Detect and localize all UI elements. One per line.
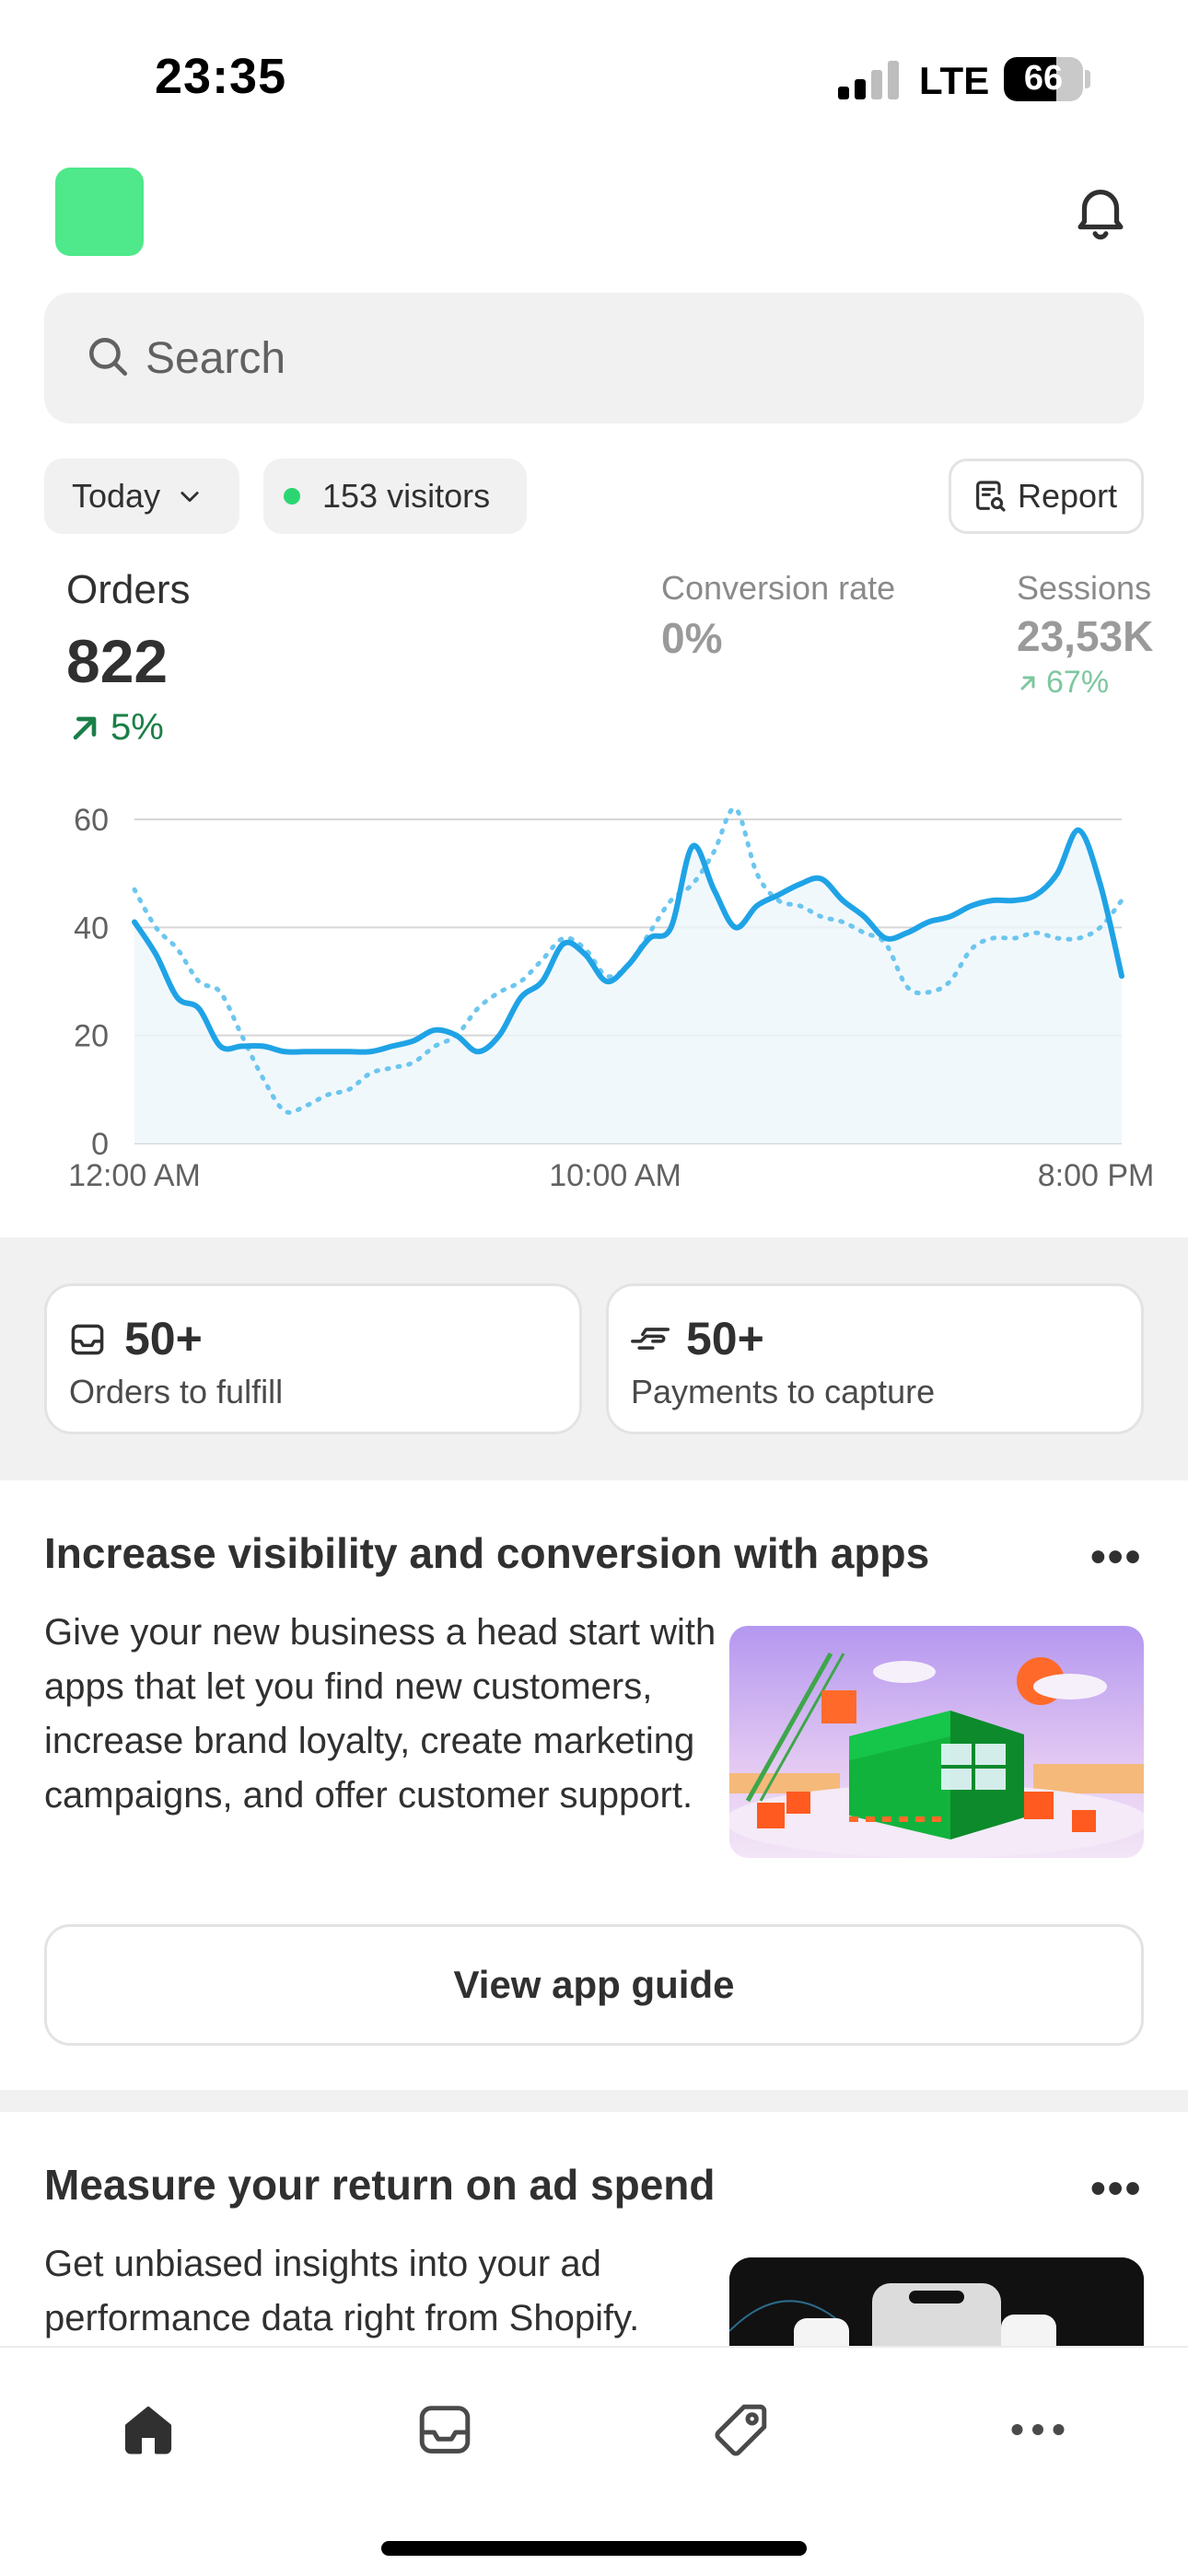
- orders-line-chart[interactable]: 60 40 20 012:00 AM 10:00 AM 8:00 PM: [0, 792, 1188, 1215]
- apps-promo-body: Give your new business a head start with…: [44, 1612, 716, 1816]
- chevron-down-icon: [181, 492, 199, 503]
- battery-tip: [1085, 70, 1090, 88]
- report-button[interactable]: Report: [949, 458, 1144, 534]
- x-tick-label: 12:00 AM: [68, 1158, 201, 1193]
- live-visitors-chip[interactable]: 153 visitors: [263, 458, 527, 534]
- date-range-dropdown[interactable]: Today: [44, 458, 239, 534]
- bell-icon[interactable]: [1068, 179, 1133, 243]
- live-dot: [284, 488, 300, 505]
- orders-to-fulfill-count: 50+: [124, 1313, 203, 1364]
- orders-area-fill: [134, 830, 1122, 1143]
- products-tag-icon: [715, 2404, 767, 2456]
- sessions-change-value: 67%: [1046, 665, 1110, 700]
- arrow-up-right-icon: [1020, 676, 1035, 690]
- hand-cash-icon: [631, 1328, 670, 1350]
- search-input[interactable]: Search: [44, 293, 1144, 424]
- more-icon: [1011, 2424, 1065, 2435]
- date-range-label: Today: [72, 477, 161, 515]
- status-time: 23:35: [155, 49, 287, 104]
- orders-change-value: 5%: [111, 707, 164, 748]
- x-tick-label: 8:00 PM: [1038, 1158, 1155, 1193]
- orders-metric-change: 5%: [66, 707, 164, 748]
- visitors-label: 153 visitors: [322, 477, 491, 515]
- arrow-up-right-icon: [73, 716, 97, 739]
- sessions-metric-label[interactable]: Sessions: [1017, 569, 1151, 608]
- battery-icon: 66: [1004, 57, 1083, 101]
- battery-level: 66: [1023, 59, 1064, 98]
- ads-promo-body: Get unbiased insights into your ad perfo…: [44, 2244, 640, 2338]
- ads-promo-title: Measure your return on ad spend: [44, 2161, 716, 2209]
- payments-to-capture-label: Payments to capture: [631, 1373, 936, 1410]
- payments-to-capture-count: 50+: [686, 1313, 764, 1364]
- tab-more[interactable]: [1006, 2407, 1070, 2457]
- sessions-metric-change: 67%: [1017, 665, 1109, 701]
- apps-promo-illustration: [729, 1626, 1144, 1858]
- y-tick-label: 20: [74, 1019, 109, 1054]
- payments-to-capture-card[interactable]: 50+ Payments to capture: [606, 1283, 1144, 1434]
- ads-promo-more-button[interactable]: •••: [1090, 2164, 1142, 2214]
- store-logo[interactable]: [55, 168, 144, 256]
- conversion-metric-value: 0%: [661, 614, 723, 662]
- network-type: LTE: [919, 59, 990, 102]
- y-tick-label: 0: [91, 1127, 109, 1162]
- apps-promo-more-button[interactable]: •••: [1090, 1532, 1142, 1583]
- report-icon: [976, 481, 1006, 512]
- orders-to-fulfill-label: Orders to fulfill: [69, 1373, 284, 1410]
- apps-promo-title: Increase visibility and conversion with …: [44, 1529, 930, 1577]
- sessions-metric-value: 23,53K: [1017, 612, 1154, 660]
- view-app-guide-button[interactable]: View app guide: [44, 1924, 1144, 2046]
- section-divider: [0, 2090, 1188, 2112]
- search-placeholder: Search: [146, 334, 286, 383]
- y-tick-label: 60: [74, 803, 109, 838]
- cellular-signal-icon: [838, 61, 901, 99]
- home-icon: [124, 2406, 172, 2454]
- report-label: Report: [1018, 477, 1118, 515]
- tab-orders[interactable]: [413, 2397, 477, 2466]
- inbox-icon: [71, 1324, 104, 1355]
- tab-home[interactable]: [116, 2397, 181, 2466]
- home-indicator: [381, 2541, 807, 2556]
- orders-inbox-icon: [419, 2406, 471, 2454]
- y-tick-label: 40: [74, 911, 109, 946]
- conversion-metric-label[interactable]: Conversion rate: [661, 569, 895, 608]
- orders-metric-label[interactable]: Orders: [66, 567, 190, 613]
- orders-to-fulfill-card[interactable]: 50+ Orders to fulfill: [44, 1283, 582, 1434]
- search-icon: [89, 338, 128, 377]
- orders-metric-value: 822: [66, 627, 169, 695]
- tab-products[interactable]: [709, 2397, 774, 2466]
- x-tick-label: 10:00 AM: [549, 1158, 681, 1193]
